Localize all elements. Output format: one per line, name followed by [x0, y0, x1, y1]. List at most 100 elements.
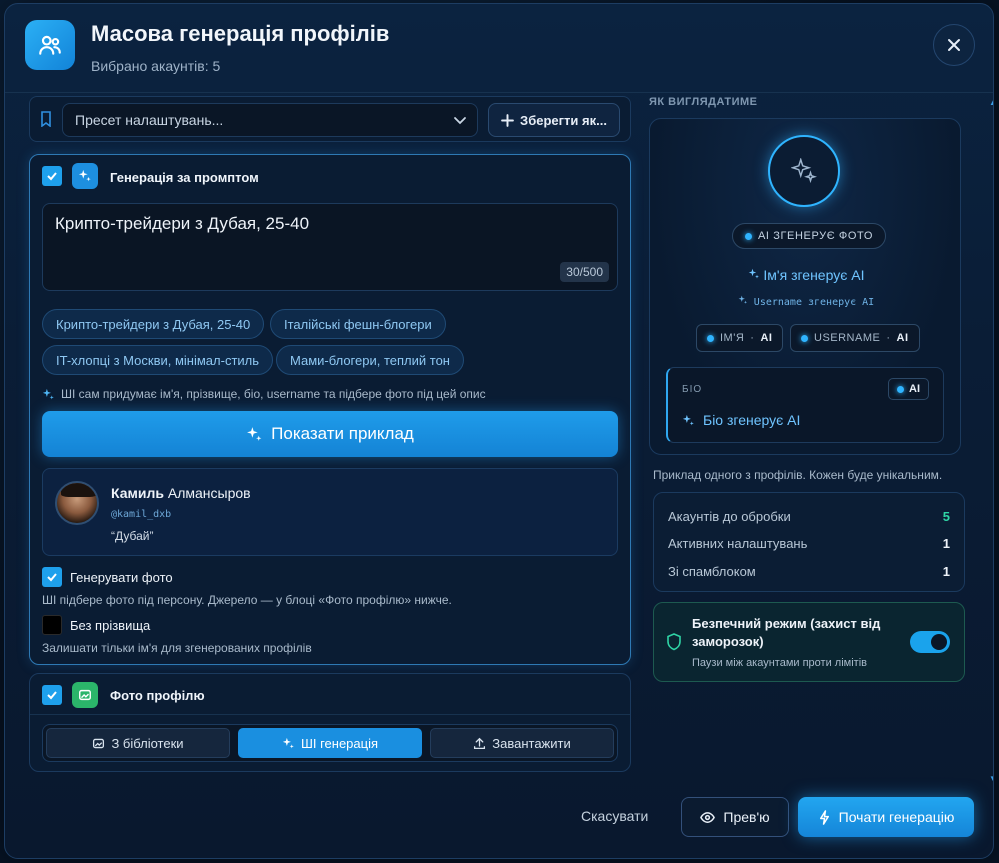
- no-surname-label: Без прізвища: [70, 618, 151, 633]
- sparkles-icon: [682, 414, 694, 425]
- check-icon: [47, 691, 57, 700]
- bio-preview: Біо згенерує AI: [682, 412, 800, 428]
- example-profile-card: Камиль Алмансыров @kamil_dxb “Дубай”: [42, 468, 618, 556]
- check-icon: [47, 573, 57, 582]
- ai-photo-badge: AI ЗГЕНЕРУЄ ФОТО: [732, 223, 887, 249]
- lightning-icon: [819, 809, 829, 825]
- scroll-up-arrow[interactable]: ▲: [989, 98, 993, 107]
- stat-value: 1: [942, 564, 950, 579]
- photo-placeholder: [768, 135, 840, 207]
- photo-source-upload[interactable]: Завантажити: [430, 728, 614, 758]
- eye-icon: [700, 811, 716, 823]
- photo-source-upload-label: Завантажити: [492, 735, 571, 751]
- prompt-chip[interactable]: Мами-блогери, теплий тон: [276, 345, 464, 375]
- bookmark-icon: [41, 111, 51, 127]
- users-icon: [25, 20, 75, 70]
- prompt-hint-text: ШІ сам придумає ім'я, прізвище, біо, use…: [61, 387, 486, 401]
- bio-label: БІО: [682, 384, 703, 395]
- preview-button-label: Прев'ю: [723, 809, 770, 825]
- safe-mode-desc: Паузи між акаунтами проти лімітів: [692, 657, 867, 669]
- stat-label: Активних налаштувань: [668, 536, 808, 551]
- stat-label: Акаунтів до обробки: [668, 509, 791, 524]
- header-divider: [5, 92, 993, 93]
- prompt-value: Крипто-трейдери з Дубая, 25-40: [55, 214, 310, 233]
- plus-icon: [501, 113, 514, 127]
- sparkles-icon: [42, 388, 54, 399]
- char-counter: 30/500: [560, 262, 609, 282]
- bulk-generation-modal: Масова генерація профілів Вибрано акаунт…: [4, 3, 994, 859]
- show-example-label: Показати приклад: [271, 424, 414, 443]
- username-tag-label: USERNAME: [814, 332, 881, 344]
- modal-title: Масова генерація профілів: [91, 21, 390, 46]
- no-surname-checkbox[interactable]: [42, 615, 62, 635]
- photo-source-library-label: З бібліотеки: [111, 735, 184, 751]
- sparkles-icon: [282, 737, 294, 748]
- bio-ai-badge: AI: [888, 378, 929, 400]
- save-preset-label: Зберегти як...: [520, 112, 607, 128]
- preview-username: Username згенерує AI: [650, 295, 962, 308]
- profile-first-name: Камиль: [111, 485, 164, 501]
- photo-section-title: Фото профілю: [110, 688, 205, 703]
- profile-photo-checkbox[interactable]: [42, 685, 62, 705]
- prompt-hint: ШІ сам придумає ім'я, прізвище, біо, use…: [42, 387, 486, 401]
- scroll-down-arrow[interactable]: ▼: [989, 774, 993, 783]
- no-surname-desc: Залишати тільки ім'я для згенерованих пр…: [42, 641, 312, 655]
- profile-bio: “Дубай”: [111, 529, 154, 543]
- preview-button[interactable]: Прев'ю: [681, 797, 789, 837]
- stat-value: 1: [942, 536, 950, 551]
- check-icon: [47, 172, 57, 181]
- start-generation-button[interactable]: Почати генерацію: [798, 797, 974, 837]
- start-generation-label: Почати генерацію: [838, 809, 955, 825]
- photo-divider: [30, 714, 630, 715]
- safe-mode-panel: Безпечний режим (захист від заморозок) П…: [653, 602, 965, 682]
- stat-label: Зі спамблоком: [668, 564, 756, 579]
- bio-preview-text: Біо згенерує AI: [703, 412, 801, 428]
- safe-mode-title: Безпечний режим (захист від заморозок): [692, 616, 881, 649]
- profile-last-name: Алмансыров: [167, 485, 251, 501]
- stat-row: Зі спамблоком 1: [668, 564, 950, 579]
- preset-select[interactable]: Пресет налаштувань...: [62, 103, 478, 137]
- name-tag-label: ІМ'Я: [720, 332, 745, 344]
- prompt-chip[interactable]: Італійські фешн-блогери: [270, 309, 446, 339]
- preset-bar: Пресет налаштувань... Зберегти як...: [29, 96, 631, 142]
- preset-placeholder: Пресет налаштувань...: [75, 112, 224, 128]
- bio-ai-badge-text: AI: [909, 383, 920, 395]
- show-example-button[interactable]: Показати приклад: [42, 411, 618, 457]
- gen-photo-desc: ШІ підбере фото під персону. Джерело — у…: [42, 593, 452, 607]
- preview-card: AI ЗГЕНЕРУЄ ФОТО Ім'я згенерує AI Userna…: [649, 118, 961, 455]
- photo-source-ai[interactable]: ШІ генерація: [238, 728, 422, 758]
- prompt-generation-section: Генерація за промптом Крипто-трейдери з …: [29, 154, 631, 665]
- prompt-chip[interactable]: IT-хлопці з Москви, мінімал-стиль: [42, 345, 274, 375]
- username-tag: USERNAME · AI: [790, 324, 920, 352]
- safe-mode-toggle[interactable]: [910, 631, 950, 653]
- cancel-button[interactable]: Скасувати: [581, 808, 648, 824]
- preview-bio-box: БІО AI Біо згенерує AI: [666, 367, 944, 443]
- save-preset-button[interactable]: Зберегти як...: [488, 103, 620, 137]
- prompt-chip[interactable]: Крипто-трейдери з Дубая, 25-40: [42, 309, 265, 339]
- prompt-textarea[interactable]: Крипто-трейдери з Дубая, 25-40 30/500: [42, 203, 618, 291]
- sparkles-icon: [247, 426, 262, 441]
- name-tag: ІМ'Я · AI: [696, 324, 784, 352]
- sparkles-icon: [738, 295, 747, 304]
- prompt-section-title: Генерація за промптом: [110, 170, 259, 185]
- name-tag-value: AI: [760, 332, 773, 344]
- image-icon: [93, 738, 105, 748]
- stat-row: Акаунтів до обробки 5: [668, 509, 950, 524]
- upload-icon: [474, 737, 486, 749]
- avatar: [55, 481, 99, 525]
- sparkles-icon: [72, 163, 98, 189]
- preview-username-text: Username згенерує AI: [753, 297, 875, 308]
- username-tag-value: AI: [896, 332, 909, 344]
- gen-photo-checkbox[interactable]: [42, 567, 62, 587]
- preview-note: Приклад одного з профілів. Кожен буде ун…: [653, 468, 943, 482]
- close-icon: [948, 39, 960, 51]
- prompt-generation-checkbox[interactable]: [42, 166, 62, 186]
- image-icon: [72, 682, 98, 708]
- chevron-down-icon: [454, 117, 466, 125]
- photo-source-library[interactable]: З бібліотеки: [46, 728, 230, 758]
- photo-source-selector: З бібліотеки ШІ генерація Завантажити: [42, 724, 618, 762]
- stats-panel: Акаунтів до обробки 5 Активних налаштува…: [653, 492, 965, 592]
- photo-source-ai-label: ШІ генерація: [300, 735, 379, 751]
- preview-name-text: Ім'я згенерує AI: [763, 267, 865, 283]
- close-button[interactable]: [933, 24, 975, 66]
